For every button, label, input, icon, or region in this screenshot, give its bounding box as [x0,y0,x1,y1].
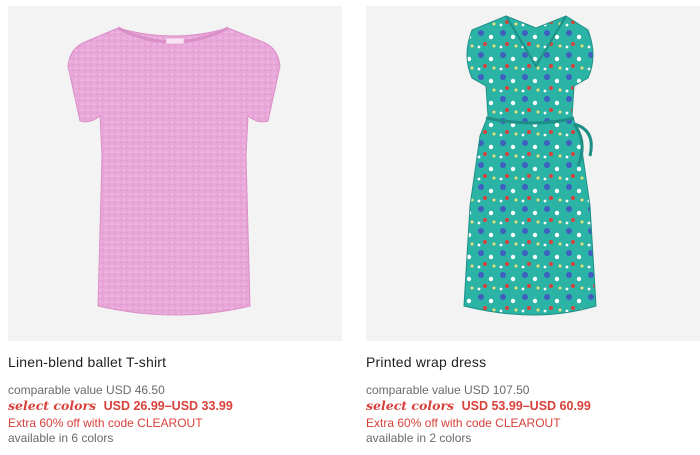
product-image-dress[interactable] [366,6,700,341]
comparable-value: comparable value USD 107.50 [366,383,530,397]
tshirt-illustration [67,26,281,316]
price-line: select colors USD 26.99–USD 33.99 [8,398,342,413]
availability-text: available in 2 colors [366,431,472,445]
dress-illustration [463,15,597,316]
price-line: select colors USD 53.99–USD 60.99 [366,398,700,413]
promo-text: Extra 60% off with code CLEAROUT [366,416,561,430]
product-card-dress[interactable]: Printed wrap dress comparable value USD … [366,6,700,445]
comparable-value: comparable value USD 46.50 [8,383,165,397]
select-colors-label: select colors [8,398,97,413]
promo-text: Extra 60% off with code CLEAROUT [8,416,203,430]
product-name[interactable]: Linen-blend ballet T-shirt [8,354,342,370]
availability-text: available in 6 colors [8,431,114,445]
select-colors-label: select colors [366,398,455,413]
price-range: USD 53.99–USD 60.99 [461,399,591,413]
price-range: USD 26.99–USD 33.99 [103,399,233,413]
product-image-tshirt[interactable] [8,6,342,341]
product-card-tshirt[interactable]: Linen-blend ballet T-shirt comparable va… [8,6,342,445]
product-name[interactable]: Printed wrap dress [366,354,700,370]
